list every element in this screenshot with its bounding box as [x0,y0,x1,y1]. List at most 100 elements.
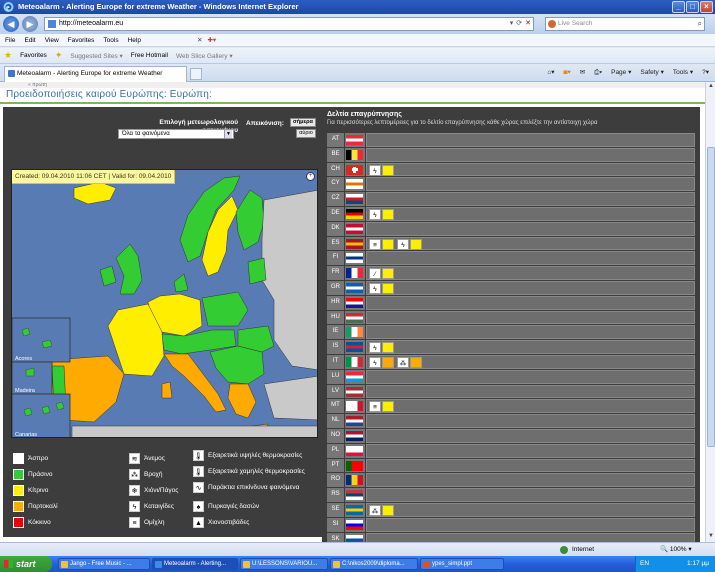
flag-at-icon[interactable] [346,135,363,145]
country-row-at[interactable]: AT [327,133,695,148]
print-icon[interactable]: ⎙▾ [594,67,602,79]
back-button[interactable]: ◀ [3,16,19,32]
favorites-star-icon[interactable]: ★ [4,50,12,61]
country-code[interactable]: DK [327,221,344,236]
vertical-scrollbar[interactable]: ▲ ▼ [705,82,715,542]
country-code[interactable]: PL [327,443,344,458]
country-code[interactable]: FR [327,266,344,280]
flag-fi-icon[interactable] [346,253,363,264]
flag-ro-icon[interactable] [346,475,363,486]
country-code[interactable]: NL [327,414,344,428]
country-row-it[interactable]: IT ϟ ⁂ [327,354,695,370]
menu-view[interactable]: View [45,34,59,46]
country-row-sk[interactable]: SK [327,532,695,542]
breadcrumb[interactable]: « πρώτη [0,82,705,88]
country-row-hu[interactable]: HU [327,310,695,326]
warning-phenomenon-icon[interactable]: ϟ [369,356,381,368]
country-code[interactable]: IE [327,325,344,340]
europe-warning-map[interactable]: Created: 09.04.2010 11:06 CET | Valid fo… [11,169,318,438]
warning-phenomenon-icon[interactable]: ϟ [369,164,381,176]
country-code[interactable]: RO [327,473,344,488]
flag-mt-icon[interactable] [346,401,363,412]
country-row-no[interactable]: NO [327,428,695,444]
flag-hr-icon[interactable] [346,297,363,308]
forward-button[interactable]: ▶ [22,16,38,32]
flag-is-icon[interactable] [346,342,363,353]
flag-ch-icon[interactable] [346,164,363,175]
country-code[interactable]: MT [327,399,344,414]
country-code[interactable]: SK [327,532,344,542]
search-icon[interactable]: ⌕ [698,18,702,30]
country-row-se[interactable]: SE ⁂ [327,502,695,518]
tab-meteoalarm[interactable]: Meteoalarm - Alerting Europe for extreme… [4,66,187,82]
taskbar-item-lessons[interactable]: U:\LESSONS\VARIOU... [240,558,328,570]
favorites-label[interactable]: Favorites [20,52,47,59]
warning-phenomenon-icon[interactable]: ⁂ [369,504,381,516]
flag-cy-icon[interactable] [346,179,363,190]
country-code[interactable]: SI [327,517,344,532]
flag-be-icon[interactable] [346,149,363,160]
tomorrow-button[interactable]: αύριο [296,129,316,138]
flag-nl-icon[interactable] [346,416,363,427]
country-row-fi[interactable]: FI [327,251,695,267]
country-code[interactable]: NO [327,428,344,443]
flag-de-icon[interactable] [346,208,363,219]
flag-pl-icon[interactable] [346,445,363,456]
maximize-button[interactable]: □ [686,1,699,13]
flag-fr-icon[interactable] [346,268,363,279]
dropdown-arrow-icon[interactable]: ▾ [510,18,514,30]
country-row-is[interactable]: IS ϟ [327,340,695,355]
add-favorite-icon[interactable]: ✦ [55,50,63,61]
scroll-up-icon[interactable]: ▲ [707,83,715,91]
warning-phenomenon-icon[interactable]: ϟ [369,208,381,220]
flag-cz-icon[interactable] [346,194,363,205]
flag-lu-icon[interactable] [346,371,363,382]
country-code[interactable]: HU [327,310,344,325]
taskbar-item-ppt[interactable]: ypes_simpl.ppt [420,558,504,570]
country-row-rs[interactable]: RS [327,488,695,503]
country-row-cz[interactable]: CZ [327,192,695,207]
country-code[interactable]: AT [327,133,344,147]
flag-it-icon[interactable] [346,356,363,367]
country-row-be[interactable]: BE [327,147,695,163]
country-code[interactable]: RS [327,488,344,502]
refresh-icon[interactable]: ⟳ [516,18,522,30]
flag-si-icon[interactable] [346,519,363,530]
country-code[interactable]: IT [327,354,344,369]
cmd-safety[interactable]: Safety ▾ [640,67,664,79]
language-indicator[interactable]: EN [640,556,649,572]
flag-sk-icon[interactable] [346,534,363,542]
address-input[interactable]: http://meteoalarm.eu ▾ ⟳ ✕ [44,17,534,31]
today-button[interactable]: σήμερα [290,118,316,127]
menu-file[interactable]: File [5,34,15,46]
flag-gr-icon[interactable] [346,282,363,293]
close-button[interactable]: × [700,1,713,13]
country-row-nl[interactable]: NL [327,414,695,429]
warning-phenomenon-icon[interactable]: ϟ [369,342,381,354]
flag-no-icon[interactable] [346,430,363,441]
flag-rs-icon[interactable] [346,490,363,501]
country-code[interactable]: DE [327,206,344,221]
country-row-mt[interactable]: MT ≡ [327,399,695,415]
security-zone[interactable]: Internet [560,543,594,556]
close-toolbar-icon[interactable]: ✕ [197,34,202,47]
country-code[interactable]: GR [327,280,344,295]
country-code[interactable]: CY [327,177,344,192]
country-code[interactable]: HR [327,295,344,310]
zoom-level[interactable]: 🔍 100% ▾ [660,543,692,556]
new-tab-button[interactable] [190,68,202,80]
phenomenon-select[interactable]: Όλα τα φαινόμενα ▼ [118,129,234,139]
flag-ie-icon[interactable] [346,327,363,338]
cmd-tools[interactable]: Tools ▾ [673,67,693,79]
country-code[interactable]: IS [327,340,344,354]
country-code[interactable]: CZ [327,192,344,206]
country-code[interactable]: BE [327,147,344,162]
warning-phenomenon-icon[interactable]: ⁂ [397,356,409,368]
country-row-cy[interactable]: CY [327,177,695,193]
zoom-icon[interactable]: + [306,172,315,181]
fav-web-slice-gallery[interactable]: Web Slice Gallery ▾ [176,52,233,60]
home-icon[interactable]: ⌂▾ [547,67,554,79]
country-row-ch[interactable]: CH ϟ [327,162,695,178]
cmd-page[interactable]: Page ▾ [611,67,631,79]
start-button[interactable]: start [0,556,52,572]
